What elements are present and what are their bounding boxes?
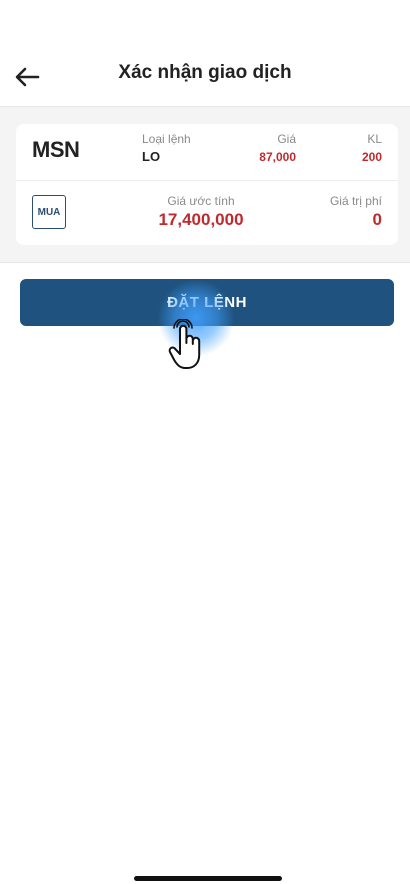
fee-block: Giá trị phí 0 bbox=[330, 194, 382, 230]
order-summary-card: MSN Loại lệnh LO Giá 87,000 KL 200 MUA G… bbox=[16, 124, 398, 245]
pointer-hand-icon bbox=[168, 319, 201, 369]
estimated-value-label: Giá ước tính bbox=[167, 194, 235, 208]
order-type-value: LO bbox=[142, 149, 161, 164]
home-indicator[interactable] bbox=[134, 876, 282, 881]
stock-symbol: MSN bbox=[32, 137, 80, 162]
order-value-row: MUA Giá ước tính 17,400,000 Giá trị phí … bbox=[16, 181, 398, 245]
order-summary-area: MSN Loại lệnh LO Giá 87,000 KL 200 MUA G… bbox=[0, 107, 410, 263]
price-label: Giá bbox=[277, 132, 296, 146]
estimated-value: 17,400,000 bbox=[158, 210, 244, 229]
order-type-block: Loại lệnh LO bbox=[142, 132, 191, 164]
place-order-button[interactable]: ĐẶT LỆNH bbox=[20, 279, 394, 326]
price-value: 87,000 bbox=[259, 150, 296, 164]
estimated-value-block: Giá ước tính 17,400,000 bbox=[156, 194, 246, 230]
quantity-block: KL 200 bbox=[362, 132, 382, 164]
order-info-row: MSN Loại lệnh LO Giá 87,000 KL 200 bbox=[16, 124, 398, 181]
fee-value: 0 bbox=[372, 210, 382, 229]
side-badge: MUA bbox=[32, 195, 66, 229]
fee-label: Giá trị phí bbox=[329, 194, 382, 208]
price-block: Giá 87,000 bbox=[259, 132, 296, 164]
page-title: Xác nhận giao dịch bbox=[118, 62, 292, 83]
order-type-label: Loại lệnh bbox=[142, 132, 191, 146]
quantity-label: KL bbox=[367, 132, 382, 146]
header: Xác nhận giao dịch bbox=[0, 0, 410, 107]
quantity-value: 200 bbox=[361, 150, 382, 164]
